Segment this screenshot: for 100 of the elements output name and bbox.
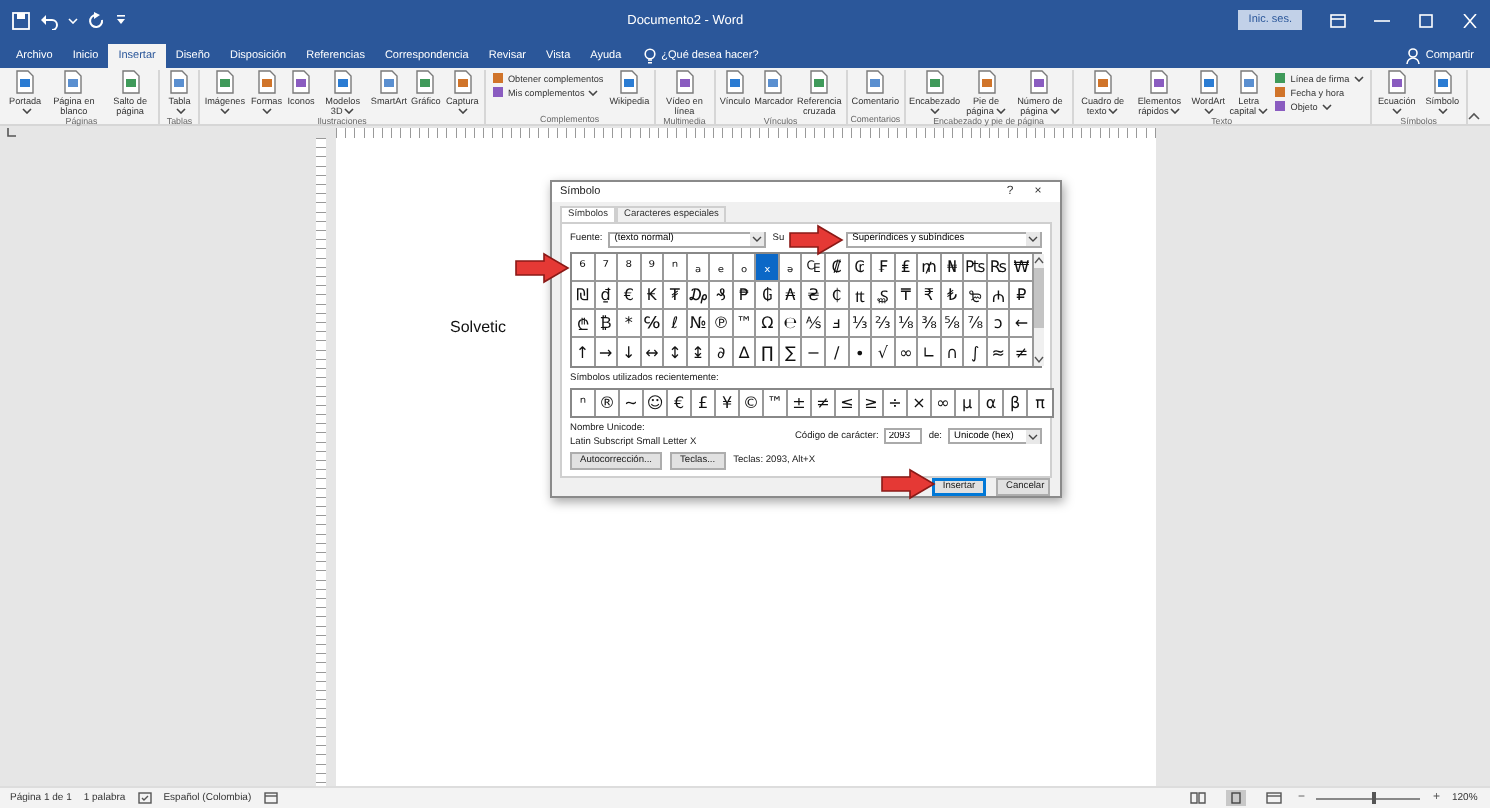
symbol-option[interactable]: ₴ <box>802 282 827 310</box>
symbol-option[interactable]: ₮ <box>664 282 688 310</box>
symbol-option[interactable]: € <box>618 282 642 310</box>
symbol-option[interactable]: ↔ <box>641 338 665 366</box>
symbol-option[interactable]: ∏ <box>756 338 780 366</box>
symbol-option[interactable]: ∑ <box>779 338 803 366</box>
symbol-option[interactable]: ₳ <box>779 282 803 310</box>
symbol-option[interactable]: ₧ <box>964 254 988 282</box>
symbol-option[interactable]: ↄ <box>987 310 1011 338</box>
symbol-option[interactable]: ₒ <box>733 254 757 282</box>
symbol-option[interactable]: ≈ <box>987 338 1011 366</box>
symbol-option[interactable]: ₿ <box>595 310 619 338</box>
symbol-option[interactable]: ₸ <box>895 282 919 310</box>
recent-symbol[interactable]: © <box>740 390 764 416</box>
symbol-option[interactable]: ⁸ <box>618 254 642 282</box>
symbol-option[interactable]: ₤ <box>895 254 919 282</box>
print-layout-icon[interactable] <box>1225 790 1246 806</box>
symbol-option[interactable]: ⁿ <box>664 254 688 282</box>
read-mode-icon[interactable] <box>1189 792 1206 804</box>
symbol-option[interactable]: ₲ <box>756 282 780 310</box>
recent-symbol[interactable]: ∞ <box>932 390 956 416</box>
symbol-option[interactable]: ← <box>1010 310 1034 338</box>
recent-symbol[interactable]: × <box>908 390 932 416</box>
symbol-option[interactable]: ⅜ <box>918 310 942 338</box>
symbol-option[interactable]: * <box>618 310 642 338</box>
symbol-option[interactable]: ≠ <box>1010 338 1034 366</box>
symbol-option[interactable]: ₱ <box>733 282 757 310</box>
symbol-option[interactable]: ∟ <box>918 338 942 366</box>
symbol-option[interactable]: № <box>687 310 711 338</box>
symbol-option[interactable]: ₐ <box>687 254 711 282</box>
save-icon[interactable] <box>12 11 30 29</box>
recent-symbol[interactable]: ≠ <box>812 390 836 416</box>
ribbon-display-icon[interactable] <box>1330 13 1346 27</box>
symbol-option[interactable]: − <box>802 338 827 366</box>
symbol-option[interactable]: ₨ <box>987 254 1011 282</box>
symbol-option[interactable]: ₷ <box>872 282 896 310</box>
symbol-option[interactable]: ℅ <box>641 310 665 338</box>
symbol-option[interactable]: ⅍ <box>802 310 827 338</box>
symbol-option[interactable]: ₩ <box>1010 254 1034 282</box>
symbol-option[interactable]: → <box>595 338 619 366</box>
close-icon[interactable] <box>1462 13 1478 27</box>
customize-icon[interactable] <box>116 14 126 26</box>
symbol-option[interactable]: ₑ <box>710 254 734 282</box>
recent-symbol[interactable]: € <box>668 390 692 416</box>
symbol-option[interactable]: ⅝ <box>941 310 965 338</box>
symbol-option[interactable]: ₻ <box>964 282 988 310</box>
recent-symbol[interactable]: ™ <box>764 390 788 416</box>
redo-icon[interactable] <box>88 11 106 29</box>
macro-icon[interactable] <box>263 792 278 804</box>
recent-symbol[interactable]: ≤ <box>836 390 860 416</box>
symbol-option[interactable]: ⁷ <box>595 254 619 282</box>
proofing-icon[interactable] <box>137 792 152 804</box>
tab-selector-icon[interactable] <box>6 126 18 138</box>
symbol-option[interactable]: ₪ <box>572 282 596 310</box>
symbol-option[interactable]: ⅔ <box>872 310 896 338</box>
symbol-option[interactable]: ⁹ <box>641 254 665 282</box>
symbol-option[interactable]: ℗ <box>710 310 734 338</box>
collapse-icon[interactable] <box>1468 112 1481 120</box>
recent-symbol[interactable]: α <box>980 390 1004 416</box>
symbol-option[interactable]: ₶ <box>849 282 873 310</box>
symbol-option[interactable]: ⅛ <box>895 310 919 338</box>
symbol-option[interactable]: ₦ <box>941 254 965 282</box>
symbol-option[interactable]: ₣ <box>872 254 896 282</box>
recent-symbol[interactable]: ± <box>788 390 812 416</box>
recent-symbol[interactable]: ≥ <box>860 390 884 416</box>
symbol-option[interactable]: ₥ <box>918 254 942 282</box>
symbol-option[interactable]: ₹ <box>918 282 942 310</box>
recent-symbol[interactable]: ¥ <box>716 390 740 416</box>
symbol-option[interactable]: ∆ <box>733 338 757 366</box>
symbol-option[interactable]: ∞ <box>895 338 919 366</box>
symbol-option[interactable]: √ <box>872 338 896 366</box>
symbol-option[interactable]: ₼ <box>987 282 1011 310</box>
symbol-option[interactable]: ⅞ <box>964 310 988 338</box>
recent-symbol[interactable]: ® <box>596 390 620 416</box>
symbol-option[interactable]: ₭ <box>641 282 665 310</box>
symbol-option[interactable]: ⁶ <box>572 254 596 282</box>
symbol-option[interactable]: ™ <box>733 310 757 338</box>
symbol-option[interactable]: ₾ <box>572 310 596 338</box>
symbol-option[interactable]: ℓ <box>664 310 688 338</box>
symbol-option[interactable]: ₵ <box>826 282 850 310</box>
symbol-option[interactable]: ₺ <box>941 282 965 310</box>
undo-icon[interactable] <box>40 11 58 29</box>
recent-symbol[interactable]: ☺ <box>644 390 668 416</box>
symbol-option[interactable]: ₓ <box>756 254 780 282</box>
recent-symbol[interactable]: ~ <box>620 390 644 416</box>
symbol-option[interactable]: Ω <box>756 310 780 338</box>
recent-symbol[interactable]: ÷ <box>884 390 908 416</box>
maximize-icon[interactable] <box>1418 13 1434 27</box>
symbol-option[interactable]: ₡ <box>826 254 850 282</box>
symbol-option[interactable]: ₽ <box>1010 282 1034 310</box>
symbol-option[interactable]: ₢ <box>849 254 873 282</box>
symbol-option[interactable]: ℮ <box>779 310 803 338</box>
web-layout-icon[interactable] <box>1265 792 1282 804</box>
symbol-option[interactable]: ₔ <box>779 254 803 282</box>
symbol-option[interactable]: ₠ <box>802 254 827 282</box>
symbol-option[interactable]: ₰ <box>710 282 734 310</box>
slider-thumb[interactable] <box>1372 792 1377 804</box>
symbol-option[interactable]: ₫ <box>595 282 619 310</box>
symbol-option[interactable]: ⅓ <box>849 310 873 338</box>
symbol-option[interactable]: ₯ <box>687 282 711 310</box>
